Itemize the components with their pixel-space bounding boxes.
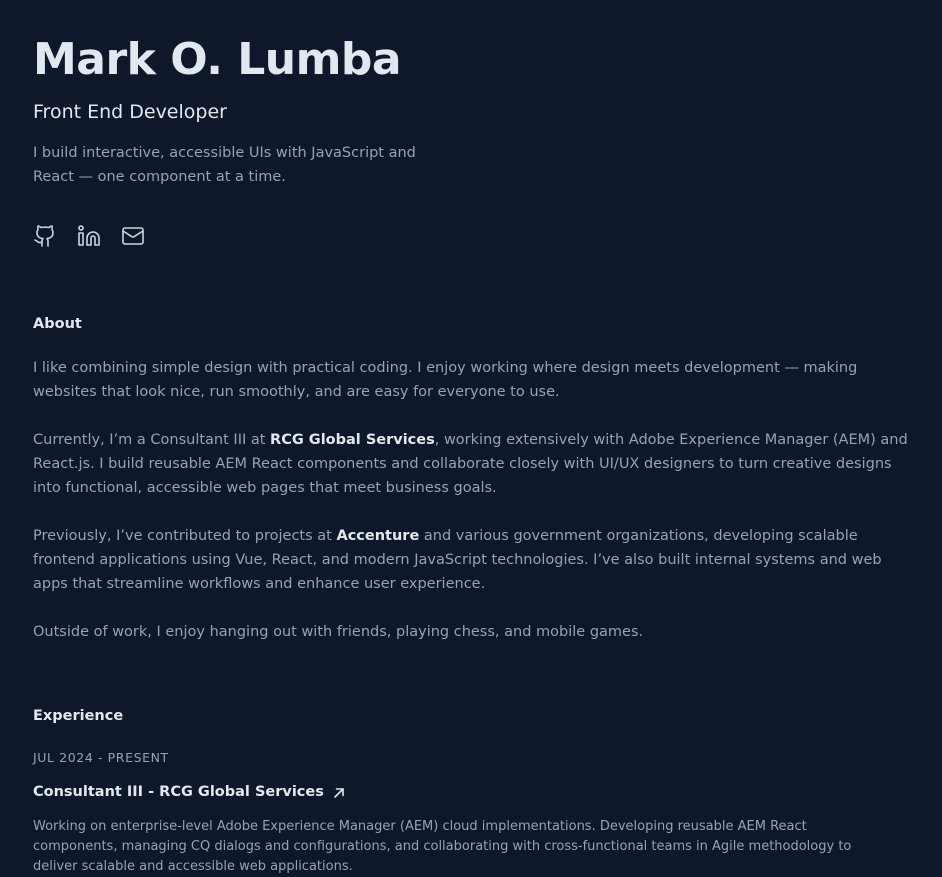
about-paragraph-3: Previously, I’ve contributed to projects… <box>33 524 911 596</box>
profile-name: Mark O. Lumba <box>33 34 402 85</box>
linkedin-icon <box>78 225 100 246</box>
experience-title: Consultant III - RCG Global Services <box>33 784 324 800</box>
about-paragraph-2: Currently, I’m a Consultant III at RCG G… <box>33 428 911 500</box>
social-links <box>33 224 145 248</box>
experience-title-link[interactable]: Consultant III - RCG Global Services <box>33 782 346 802</box>
arrow-up-right-icon <box>334 788 344 798</box>
experience-description: Working on enterprise-level Adobe Experi… <box>33 819 852 874</box>
profile-role: Front End Developer <box>33 101 227 123</box>
about-paragraph-4: Outside of work, I enjoy hanging out wit… <box>33 624 644 640</box>
about-paragraph-1: I like combining simple design with prac… <box>33 360 858 400</box>
about-p2-text-before: Currently, I’m a Consultant III at <box>33 432 271 448</box>
mail-icon <box>122 227 144 245</box>
company-accenture: Accenture <box>336 528 420 544</box>
social-item-mail <box>121 224 145 248</box>
profile-tagline: I build interactive, accessible UIs with… <box>33 145 416 185</box>
company-rcg: RCG Global Services <box>270 432 435 448</box>
about-p3-text-before: Previously, I’ve contributed to projects… <box>33 528 337 544</box>
experience-heading: Experience <box>33 708 124 724</box>
github-icon <box>34 225 54 247</box>
about-heading: About <box>33 316 82 332</box>
linkedin-link[interactable] <box>77 224 101 248</box>
social-item-github <box>33 224 57 248</box>
experience-date: JUL 2024 - PRESENT <box>33 750 169 765</box>
social-item-linkedin <box>77 224 101 248</box>
github-link[interactable] <box>33 224 57 248</box>
mail-link[interactable] <box>121 224 145 248</box>
